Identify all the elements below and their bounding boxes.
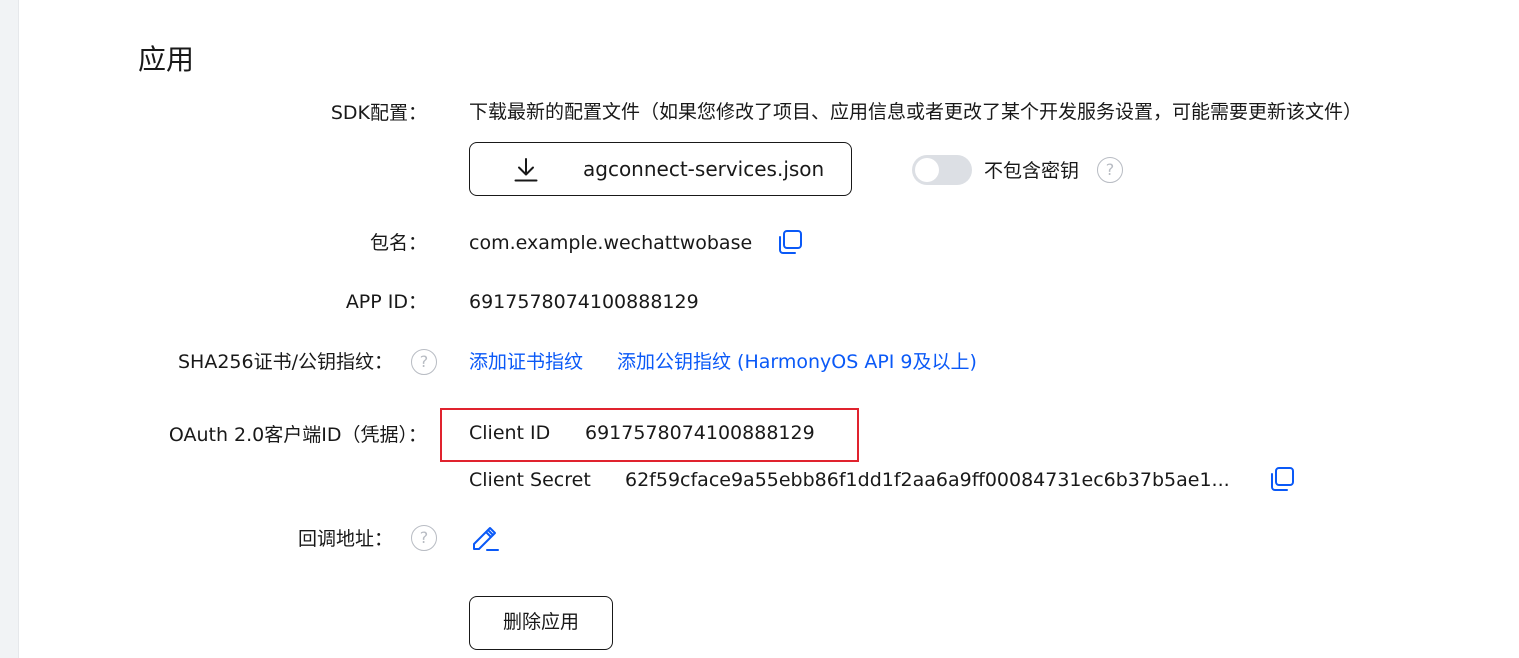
- left-sidebar-edge: [0, 0, 19, 658]
- question-circle-icon[interactable]: ?: [1097, 157, 1123, 183]
- sdk-config-label: SDK配置：: [330, 102, 427, 124]
- sha256-label: SHA256证书/公钥指纹：: [177, 351, 393, 373]
- delete-app-button[interactable]: 删除应用: [469, 596, 613, 650]
- package-name-label: 包名：: [369, 232, 427, 254]
- app-id-label: APP ID：: [345, 291, 427, 313]
- download-config-button[interactable]: agconnect-services.json: [469, 142, 852, 196]
- client-id-label: Client ID: [469, 422, 551, 444]
- question-circle-icon[interactable]: ?: [411, 349, 437, 375]
- app-id-value: 6917578074100888129: [469, 291, 699, 313]
- client-id-value: 6917578074100888129: [585, 422, 815, 444]
- exclude-secret-label: 不包含密钥: [984, 160, 1080, 182]
- toggle-knob: [915, 158, 939, 182]
- download-config-label: agconnect-services.json: [583, 157, 825, 181]
- question-circle-icon[interactable]: ?: [411, 525, 437, 551]
- app-settings-page: 应用 SDK配置： 下载最新的配置文件（如果您修改了项目、应用信息或者更改了某个…: [0, 0, 1519, 658]
- client-secret-label: Client Secret: [469, 469, 591, 491]
- oauth-client-label: OAuth 2.0客户端ID（凭据）：: [168, 424, 427, 446]
- exclude-secret-toggle[interactable]: [912, 155, 972, 185]
- copy-icon[interactable]: [1268, 465, 1296, 493]
- copy-icon[interactable]: [776, 228, 804, 256]
- client-secret-value: 62f59cface9a55ebb86f1dd1f2aa6a9ff0008473…: [625, 469, 1230, 491]
- sdk-config-description: 下载最新的配置文件（如果您修改了项目、应用信息或者更改了某个开发服务设置，可能需…: [469, 101, 1363, 123]
- edit-pen-icon[interactable]: [470, 522, 500, 552]
- callback-url-label: 回调地址：: [297, 528, 393, 550]
- package-name-value: com.example.wechattwobase: [469, 232, 753, 254]
- download-icon: [514, 158, 538, 182]
- section-title: 应用: [138, 43, 195, 76]
- add-pubkey-fingerprint-link[interactable]: 添加公钥指纹 (HarmonyOS API 9及以上): [617, 348, 977, 376]
- add-cert-fingerprint-link[interactable]: 添加证书指纹: [469, 348, 583, 376]
